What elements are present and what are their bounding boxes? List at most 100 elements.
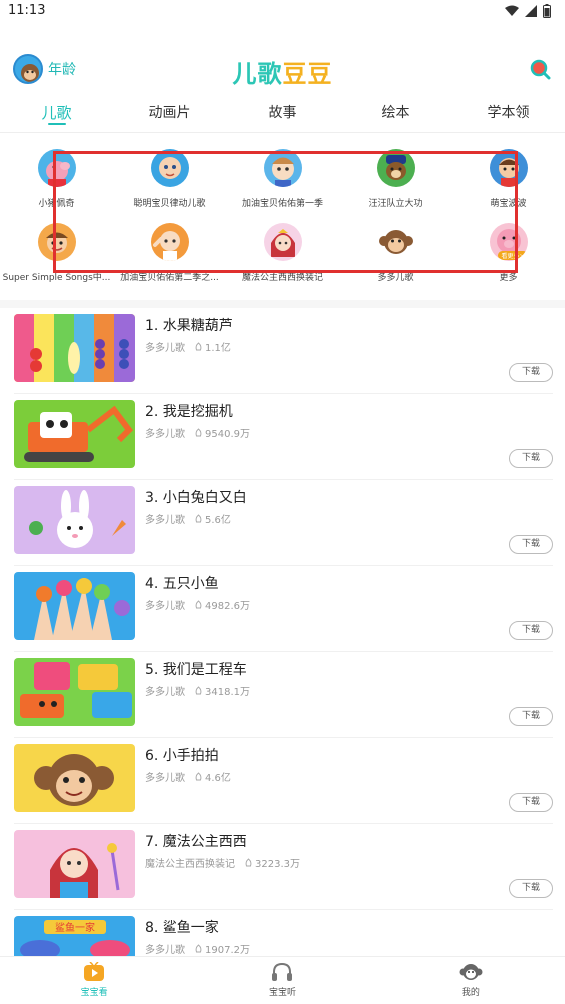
song-item[interactable]: 2. 我是挖掘机 多多儿歌 9540.9万 下载 (14, 394, 553, 480)
play-count: 3418.1万 (205, 687, 250, 698)
download-button[interactable]: 下载 (509, 707, 553, 726)
song-thumbnail (14, 658, 135, 726)
play-count-icon (195, 428, 202, 437)
nav-label: 宝宝听 (268, 988, 296, 998)
nav-baby-listen[interactable]: 宝宝听 (188, 957, 376, 1004)
song-plays: 1.1亿 (194, 339, 231, 354)
song-meta: 多多儿歌 5.6亿 (145, 511, 231, 526)
download-button[interactable]: 下载 (509, 621, 553, 640)
play-count-icon (195, 600, 202, 609)
album-name: 加油宝贝佑佑第一季 (241, 199, 323, 209)
song-thumbnail (14, 744, 135, 812)
song-thumbnail (14, 314, 135, 382)
album-name: 加油宝贝佑佑第二季之... (120, 273, 219, 283)
status-bar: 11:13 (0, 0, 565, 26)
album-more[interactable]: 看更多> 更多 (452, 219, 565, 291)
logo-text-part1: 儿歌 (232, 60, 283, 88)
song-source: 多多儿歌 (145, 687, 185, 698)
song-source: 多多儿歌 (145, 343, 185, 354)
play-count: 1.1亿 (205, 343, 231, 354)
baby-youyou-waving-icon (150, 223, 189, 261)
section-divider (0, 300, 565, 308)
tab-label: 儿歌 (41, 104, 72, 122)
download-button[interactable]: 下载 (509, 535, 553, 554)
song-plays: 5.6亿 (194, 511, 231, 526)
nav-mine[interactable]: 我的 (377, 957, 565, 1004)
song-meta: 多多儿歌 9540.9万 (145, 425, 250, 440)
album-name: 更多 (499, 273, 518, 283)
song-plays: 4.6亿 (194, 769, 231, 784)
song-thumbnail (14, 830, 135, 898)
song-item[interactable]: 5. 我们是工程车 多多儿歌 3418.1万 下载 (14, 652, 553, 738)
song-plays: 4982.6万 (194, 597, 250, 612)
song-title: 5. 我们是工程车 (145, 662, 247, 678)
app-logo: 儿歌豆豆 (0, 54, 565, 89)
song-title: 8. 鲨鱼一家 (145, 920, 219, 936)
tab-stories[interactable]: 故事 (226, 96, 339, 128)
album-mengbao-bobo[interactable]: 萌宝波波 (452, 145, 565, 217)
album-paw-patrol[interactable]: 汪汪队立大功 (339, 145, 452, 217)
monkey-icon (376, 223, 415, 261)
status-icons (505, 4, 551, 18)
download-button[interactable]: 下载 (509, 363, 553, 382)
song-plays: 1907.2万 (194, 941, 250, 956)
album-name: 小猪佩奇 (38, 199, 75, 209)
song-item[interactable]: 3. 小白兔白又白 多多儿歌 5.6亿 下载 (14, 480, 553, 566)
album-youyou-season1[interactable]: 加油宝贝佑佑第一季 (226, 145, 339, 217)
song-meta: 多多儿歌 3418.1万 (145, 683, 250, 698)
song-item[interactable]: 4. 五只小鱼 多多儿歌 4982.6万 下载 (14, 566, 553, 652)
song-item[interactable]: 7. 魔法公主西西 魔法公主西西换装记 3223.3万 下载 (14, 824, 553, 910)
tab-label: 绘本 (381, 105, 410, 121)
tab-nursery-rhymes[interactable]: 儿歌 (0, 96, 113, 128)
song-meta: 魔法公主西西换装记 3223.3万 (145, 855, 300, 870)
song-plays: 3223.3万 (244, 855, 300, 870)
play-count-icon (245, 858, 252, 867)
logo-text-part2: 豆豆 (282, 60, 333, 88)
play-count: 3223.3万 (255, 859, 300, 870)
more-badge: 看更多> (498, 251, 528, 260)
song-item[interactable]: 鲨鱼一家 8. 鲨鱼一家 多多儿歌 1907.2万 (14, 910, 553, 958)
song-thumbnail (14, 400, 135, 468)
download-button[interactable]: 下载 (509, 449, 553, 468)
baby-bobo-icon (489, 149, 528, 187)
app-header: 年龄 儿歌豆豆 (0, 48, 565, 88)
pig-character-more-icon: 看更多> (489, 223, 528, 261)
tab-picture-books[interactable]: 绘本 (339, 96, 452, 128)
album-name: 汪汪队立大功 (368, 199, 423, 209)
tab-cartoons[interactable]: 动画片 (113, 96, 226, 128)
play-count-icon (195, 944, 202, 953)
status-time: 11:13 (8, 3, 46, 18)
song-source: 多多儿歌 (145, 773, 185, 784)
divider (0, 132, 565, 133)
tab-label: 动画片 (148, 105, 191, 121)
princess-icon (263, 223, 302, 261)
album-name: 萌宝波波 (490, 199, 527, 209)
album-name: Super Simple Songs中... (2, 273, 111, 283)
song-meta: 多多儿歌 1907.2万 (145, 941, 250, 956)
nav-baby-watch[interactable]: 宝宝看 (0, 957, 188, 1004)
album-magic-princess[interactable]: 魔法公主西西换装记 (226, 219, 339, 291)
nav-label: 我的 (461, 988, 480, 998)
song-title: 4. 五只小鱼 (145, 576, 219, 592)
play-count: 4982.6万 (205, 601, 250, 612)
tab-skills[interactable]: 学本领 (452, 96, 565, 128)
tv-play-icon (84, 962, 105, 981)
thumbnail-caption: 鲨鱼一家 (55, 921, 95, 934)
download-button[interactable]: 下载 (509, 793, 553, 812)
song-plays: 3418.1万 (194, 683, 250, 698)
album-peppa-pig[interactable]: 小猪佩奇 (0, 145, 113, 217)
bottom-navigation: 宝宝看 宝宝听 我的 (0, 956, 565, 1004)
wifi-icon (505, 5, 519, 16)
album-super-simple-songs[interactable]: Super Simple Songs中... (0, 219, 113, 291)
song-item[interactable]: 1. 水果糖葫芦 多多儿歌 1.1亿 下载 (14, 308, 553, 394)
download-button[interactable]: 下载 (509, 879, 553, 898)
search-icon[interactable] (529, 58, 551, 80)
play-count: 1907.2万 (205, 945, 250, 956)
play-count-icon (195, 514, 202, 523)
album-smart-baby[interactable]: 聪明宝贝律动儿歌 (113, 145, 226, 217)
song-item[interactable]: 6. 小手拍拍 多多儿歌 4.6亿 下载 (14, 738, 553, 824)
song-source: 多多儿歌 (145, 515, 185, 526)
song-title: 7. 魔法公主西西 (145, 834, 247, 850)
album-youyou-season2[interactable]: 加油宝贝佑佑第二季之... (113, 219, 226, 291)
album-duoduo-songs[interactable]: 多多儿歌 (339, 219, 452, 291)
